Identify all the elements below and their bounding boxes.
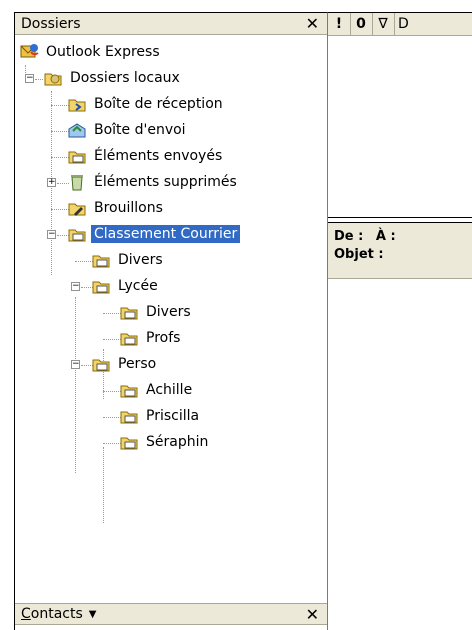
message-list-column-headers: ! 0 ∇ D	[328, 13, 472, 36]
collapse-toggle-icon[interactable]: −	[71, 282, 80, 291]
tree-item-label: Brouillons	[94, 200, 163, 216]
folder-open-icon	[67, 225, 87, 243]
tree-item-label: Boîte d'envoi	[94, 122, 186, 138]
folder-icon	[119, 303, 139, 321]
tree-item-local-folders[interactable]: Dossiers locaux	[43, 65, 183, 91]
local-folders-icon	[43, 69, 63, 87]
tree-item-divers[interactable]: Divers	[91, 247, 166, 273]
tree-item-inbox[interactable]: Boîte de réception	[67, 91, 226, 117]
folders-pane-title: Dossiers	[21, 15, 81, 32]
tree-connector	[103, 447, 104, 523]
folders-pane: Dossiers ✕ Outlook Express − Dossiers lo…	[14, 12, 328, 630]
tree-item-outbox[interactable]: Boîte d'envoi	[67, 117, 189, 143]
tree-item-lycee-profs[interactable]: Profs	[119, 325, 183, 351]
column-flag[interactable]: ∇	[372, 13, 395, 35]
tree-item-classement-courrier[interactable]: Classement Courrier	[67, 221, 241, 247]
tree-item-label: Lycée	[118, 278, 158, 294]
column-from[interactable]: D	[394, 13, 472, 35]
from-label: De :	[334, 229, 364, 244]
tree-connector	[35, 79, 43, 80]
folders-pane-close-icon[interactable]: ✕	[306, 13, 319, 35]
tree-item-lycee-divers[interactable]: Divers	[119, 299, 194, 325]
tree-item-label: Divers	[146, 304, 191, 320]
folder-icon	[119, 433, 139, 451]
tree-item-label: Priscilla	[146, 408, 200, 424]
column-attachment[interactable]: 0	[350, 13, 373, 35]
folder-icon	[91, 355, 111, 373]
tree-item-label: Achille	[146, 382, 193, 398]
expand-toggle-icon[interactable]: +	[47, 178, 56, 187]
contacts-title[interactable]: Contacts	[21, 606, 83, 622]
tree-connector	[75, 297, 76, 473]
subject-label: Objet :	[334, 247, 384, 262]
tree-item-label: Éléments envoyés	[94, 148, 223, 164]
column-priority[interactable]: !	[328, 13, 351, 35]
collapse-toggle-icon[interactable]: −	[71, 360, 80, 369]
preview-header-line: De : À :	[334, 229, 472, 247]
to-label: À :	[375, 229, 396, 244]
contacts-pane-header: Contacts ▼ ✕	[15, 603, 327, 625]
preview-pane: De : À : Objet :	[328, 222, 472, 630]
sent-items-icon	[67, 147, 87, 165]
contacts-title-rest: ontacts	[30, 606, 83, 622]
outbox-icon	[67, 121, 87, 139]
chevron-down-icon[interactable]: ▼	[89, 609, 97, 620]
tree-item-label: Divers	[118, 252, 163, 268]
preview-header: De : À : Objet :	[328, 223, 472, 279]
collapse-toggle-icon[interactable]: −	[47, 230, 56, 239]
tree-item-label: Boîte de réception	[94, 96, 223, 112]
tree-item-label: Profs	[146, 330, 181, 346]
folder-icon	[119, 329, 139, 347]
tree-item-perso-seraphin[interactable]: Séraphin	[119, 429, 211, 455]
tree-item-label: Outlook Express	[46, 44, 160, 60]
tree-item-outlook-express[interactable]: Outlook Express	[19, 39, 163, 65]
tree-item-perso-achille[interactable]: Achille	[119, 377, 195, 403]
outlook-express-icon	[19, 43, 39, 61]
tree-item-label: Éléments supprimés	[94, 174, 237, 190]
folder-icon	[119, 407, 139, 425]
folders-pane-header: Dossiers ✕	[15, 13, 327, 35]
recycle-bin-icon	[67, 173, 87, 191]
folder-icon	[91, 277, 111, 295]
contacts-close-icon[interactable]: ✕	[306, 604, 319, 626]
folder-icon	[91, 251, 111, 269]
tree-item-sent[interactable]: Éléments envoyés	[67, 143, 225, 169]
tree-item-label: Dossiers locaux	[70, 70, 180, 86]
collapse-toggle-icon[interactable]: −	[25, 74, 34, 83]
tree-item-lycee[interactable]: Lycée	[91, 273, 161, 299]
tree-item-label: Classement Courrier	[91, 225, 241, 243]
inbox-icon	[67, 95, 87, 113]
tree-item-label: Perso	[118, 356, 157, 372]
tree-item-deleted[interactable]: Éléments supprimés	[67, 169, 240, 195]
drafts-icon	[67, 199, 87, 217]
tree-item-drafts[interactable]: Brouillons	[67, 195, 166, 221]
contacts-title-accesskey: C	[21, 606, 31, 622]
tree-item-perso[interactable]: Perso	[91, 351, 159, 377]
folder-icon	[119, 381, 139, 399]
tree-item-label: Séraphin	[146, 434, 209, 450]
tree-item-perso-priscilla[interactable]: Priscilla	[119, 403, 202, 429]
message-list[interactable]: ! 0 ∇ D	[328, 12, 472, 218]
